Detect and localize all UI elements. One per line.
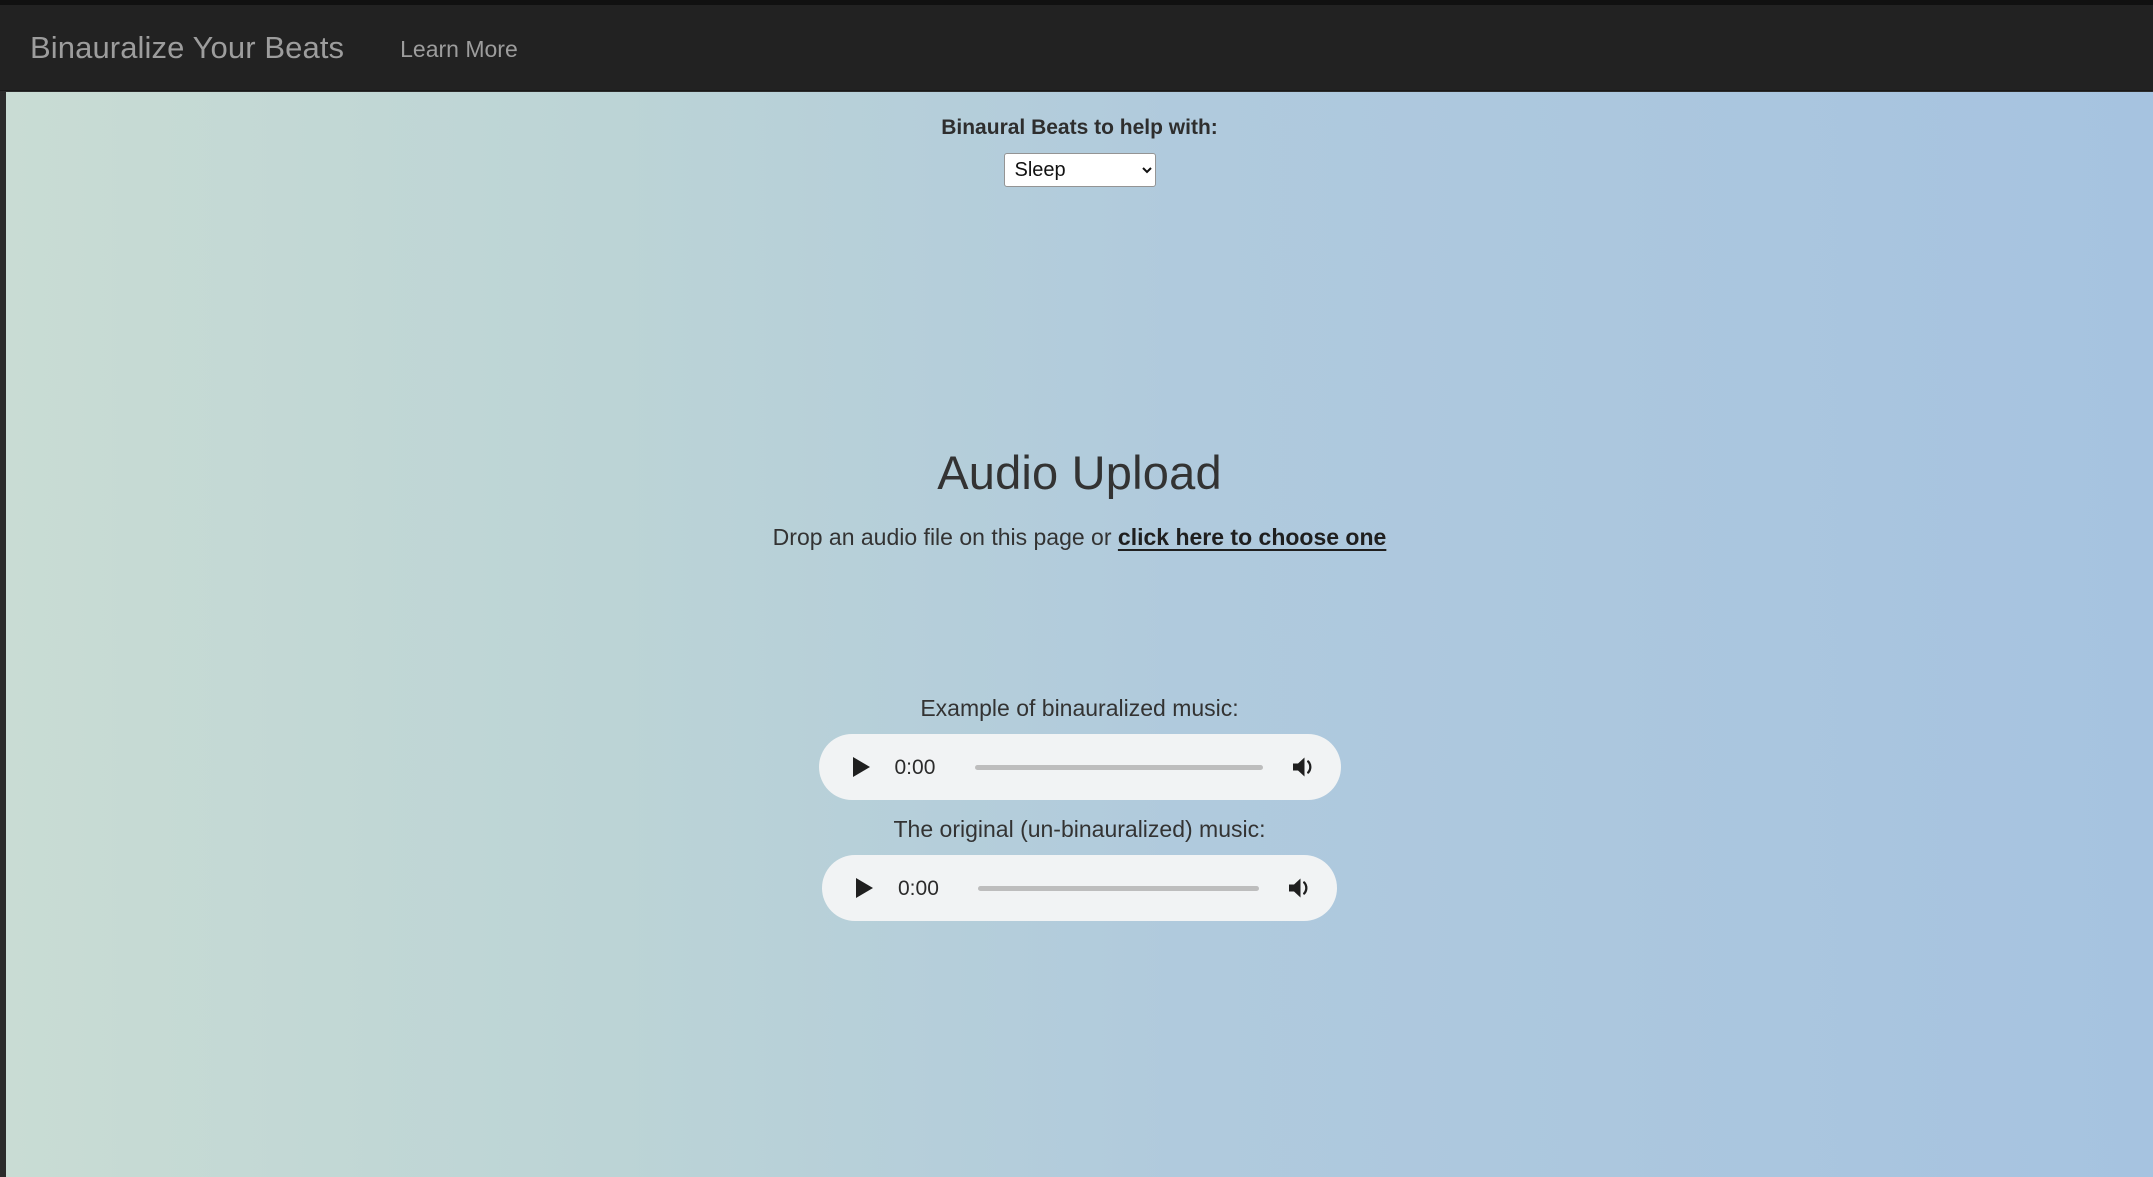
binauralized-example-label: Example of binauralized music: bbox=[920, 695, 1239, 721]
current-time-label: 0:00 bbox=[898, 876, 939, 900]
play-icon[interactable] bbox=[850, 874, 878, 902]
audio-player-original[interactable]: 0:00 bbox=[822, 855, 1337, 921]
brand-title[interactable]: Binauralize Your Beats bbox=[30, 32, 344, 63]
audio-player-binauralized[interactable]: 0:00 bbox=[818, 734, 1341, 800]
navbar: Binauralize Your Beats Learn More bbox=[0, 0, 2153, 91]
examples-section: Example of binauralized music: 0:00 The … bbox=[6, 697, 2153, 921]
nav-link-learn-more[interactable]: Learn More bbox=[400, 35, 518, 61]
beat-purpose-select[interactable]: Sleep bbox=[1003, 153, 1156, 187]
play-icon[interactable] bbox=[847, 753, 875, 781]
volume-high-icon[interactable] bbox=[1289, 753, 1319, 781]
choose-file-link[interactable]: click here to choose one bbox=[1118, 524, 1386, 550]
original-example-label: The original (un-binauralized) music: bbox=[893, 816, 1266, 842]
current-time-label: 0:00 bbox=[894, 755, 936, 779]
page-title: Audio Upload bbox=[937, 446, 1222, 499]
playback-progress-slider[interactable] bbox=[978, 885, 1259, 891]
volume-high-icon[interactable] bbox=[1285, 874, 1315, 902]
playback-progress-slider[interactable] bbox=[974, 764, 1263, 770]
beat-selector-section: Binaural Beats to help with: Sleep bbox=[6, 92, 2153, 187]
audio-upload-section: Audio Upload Drop an audio file on this … bbox=[6, 445, 2153, 549]
navbar-inner: Binauralize Your Beats Learn More bbox=[30, 5, 518, 90]
page-content: Binaural Beats to help with: Sleep Audio… bbox=[6, 92, 2153, 1177]
app-root: Binauralize Your Beats Learn More Binaur… bbox=[0, 0, 2153, 1177]
upload-instructions: Drop an audio file on this page or click… bbox=[6, 526, 2153, 549]
beat-selector-label: Binaural Beats to help with: bbox=[941, 116, 1218, 139]
upload-instructions-text: Drop an audio file on this page or bbox=[772, 524, 1118, 551]
